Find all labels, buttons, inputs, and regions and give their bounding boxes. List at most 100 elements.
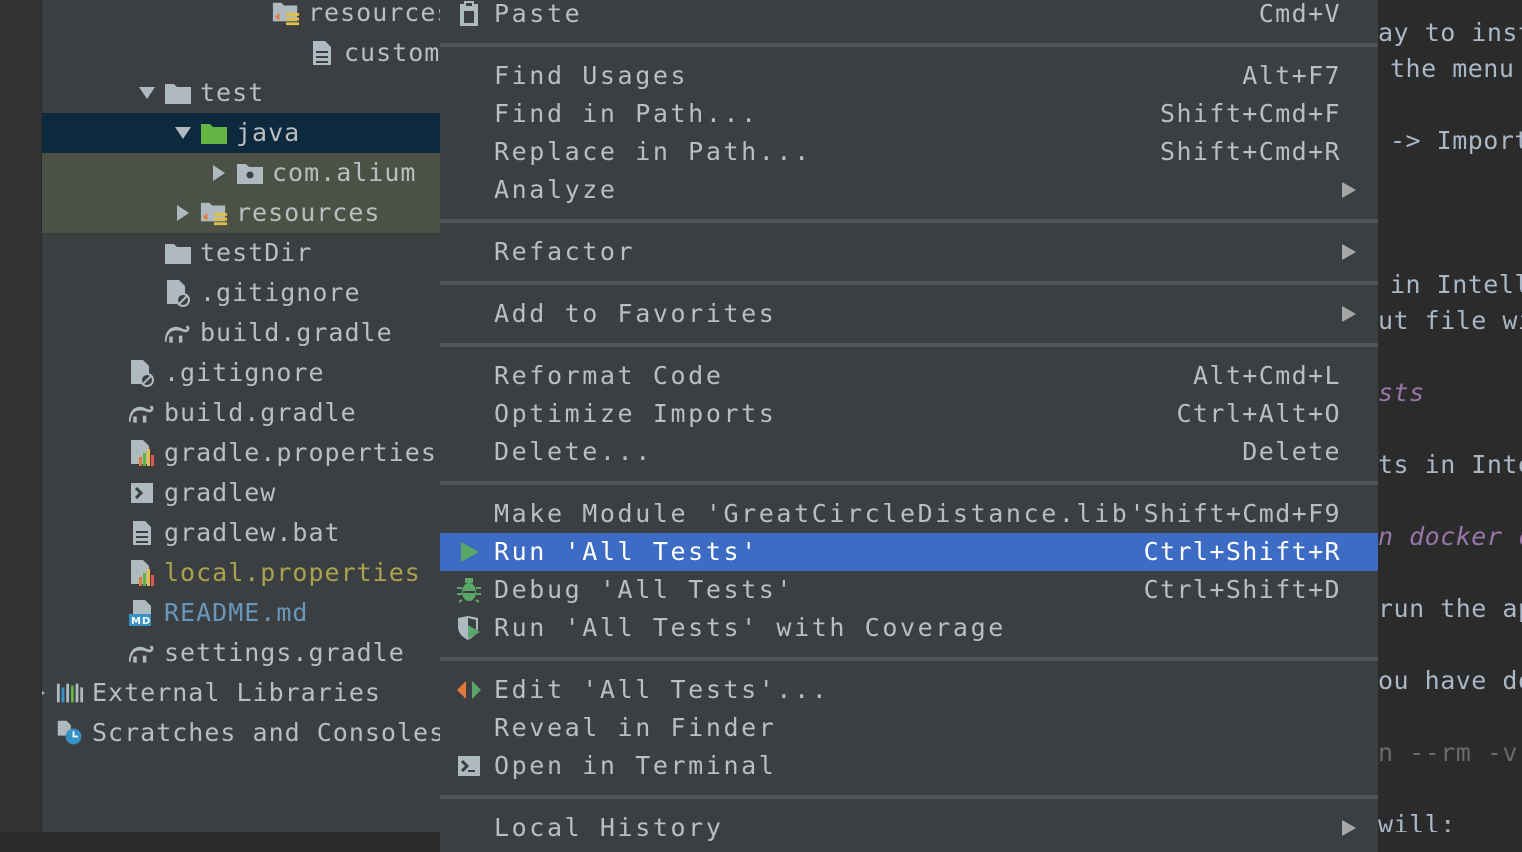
text-file-icon xyxy=(128,520,156,546)
menu-separator xyxy=(440,795,1378,799)
tree-row[interactable]: .gitignore xyxy=(42,273,440,313)
menu-item-label: Replace in Path... xyxy=(494,137,812,166)
tree-row[interactable]: customers xyxy=(42,33,440,73)
tree-row[interactable]: settings.gradle xyxy=(42,633,440,673)
tree-row[interactable]: gradle.properties xyxy=(42,433,440,473)
menu-item-shortcut: Cmd+V xyxy=(1258,0,1341,28)
submenu-arrow-icon xyxy=(1342,244,1356,260)
context-menu: Paste Cmd+V Find Usages Alt+F7 Find in Path.… xyxy=(440,0,1378,852)
menu-item-find-usages[interactable]: Find Usages Alt+F7 xyxy=(440,57,1378,95)
menu-item-label: Paste xyxy=(494,0,583,28)
menu-item-refactor[interactable]: Refactor xyxy=(440,233,1378,271)
gradle-icon xyxy=(128,400,156,426)
tree-row[interactable]: resources xyxy=(42,0,440,33)
menu-item-label: Add to Favorites xyxy=(494,299,777,328)
markdown-icon: MD xyxy=(128,600,156,627)
menu-separator xyxy=(440,43,1378,47)
submenu-arrow-icon xyxy=(1342,306,1356,322)
editor-line: n --rm -v s xyxy=(1378,738,1522,767)
tree-row[interactable]: .gitignore xyxy=(42,353,440,393)
menu-item-open-in-terminal[interactable]: Open in Terminal xyxy=(440,747,1378,785)
menu-item-label: Run 'All Tests' with Coverage xyxy=(494,613,1006,642)
expand-arrow-right-icon[interactable] xyxy=(204,153,234,193)
menu-item-debug-all-tests[interactable]: Debug 'All Tests' Ctrl+Shift+D xyxy=(440,571,1378,609)
menu-item-shortcut: Ctrl+Shift+R xyxy=(1143,537,1341,566)
tree-row-label: test xyxy=(200,78,265,107)
editor-line: run the app xyxy=(1378,594,1522,623)
menu-item-label: Run 'All Tests' xyxy=(494,537,759,566)
menu-item-analyze[interactable]: Analyze xyxy=(440,171,1378,209)
tree-row[interactable]: build.gradle xyxy=(42,393,440,433)
resources-folder-icon xyxy=(272,0,300,26)
editor-pane[interactable]: ay to insta the menu a -> Import in Intelli… xyxy=(1378,0,1522,832)
editor-line: ay to insta xyxy=(1378,18,1522,47)
gradle-icon xyxy=(164,320,192,346)
project-tree-panel: resources customers test java com.alium resou… xyxy=(0,0,440,832)
expand-arrow-down-icon[interactable] xyxy=(132,73,162,113)
submenu-arrow-icon xyxy=(1342,182,1356,198)
menu-item-label: Optimize Imports xyxy=(494,399,777,428)
menu-item-label: Find in Path... xyxy=(494,99,759,128)
expand-arrow-down-icon[interactable] xyxy=(168,113,198,153)
tree-row[interactable]: local.properties xyxy=(42,553,440,593)
menu-item-find-in-path[interactable]: Find in Path... Shift+Cmd+F xyxy=(440,95,1378,133)
tree-row[interactable]: gradlew xyxy=(42,473,440,513)
test-source-folder-icon xyxy=(200,120,228,146)
editor-line: ts in Inte xyxy=(1378,450,1522,479)
menu-item-run-all-tests-with-coverage[interactable]: Run 'All Tests' with Coverage xyxy=(440,609,1378,647)
expand-arrow-right-icon[interactable] xyxy=(42,673,54,713)
tree-row[interactable]: Scratches and Consoles xyxy=(42,713,440,753)
menu-item-edit-all-tests[interactable]: Edit 'All Tests'... xyxy=(440,671,1378,709)
menu-item-optimize-imports[interactable]: Optimize Imports Ctrl+Alt+O xyxy=(440,395,1378,433)
tree-row-label: settings.gradle xyxy=(164,638,405,667)
library-icon xyxy=(56,680,84,706)
menu-item-reformat-code[interactable]: Reformat Code Alt+Cmd+L xyxy=(440,357,1378,395)
menu-item-run-all-tests[interactable]: Run 'All Tests' Ctrl+Shift+R xyxy=(440,533,1378,571)
tree-row-label: Scratches and Consoles xyxy=(92,718,440,747)
tree-row[interactable]: com.alium xyxy=(42,153,440,193)
tree-row[interactable]: java xyxy=(42,113,440,153)
menu-item-shortcut: Alt+F7 xyxy=(1242,61,1341,90)
tree-row-label: gradlew xyxy=(164,478,277,507)
editor-line: n docker co xyxy=(1378,522,1522,551)
menu-item-make-module-greatcircledistance-lib[interactable]: Make Module 'GreatCircleDistance.lib' Shi… xyxy=(440,495,1378,533)
tree-row[interactable]: testDir xyxy=(42,233,440,273)
tree-row-label: README.md xyxy=(164,598,309,627)
menu-item-label: Reformat Code xyxy=(494,361,724,390)
tree-row-label: .gitignore xyxy=(164,358,325,387)
properties-icon xyxy=(128,560,156,586)
menu-item-local-history[interactable]: Local History xyxy=(440,809,1378,847)
menu-item-delete[interactable]: Delete... Delete xyxy=(440,433,1378,471)
menu-item-label: Local History xyxy=(494,813,724,842)
menu-item-paste[interactable]: Paste Cmd+V xyxy=(440,0,1378,33)
tree-row-label: gradle.properties xyxy=(164,438,437,467)
edit-config-icon xyxy=(456,677,482,703)
tree-row[interactable]: build.gradle xyxy=(42,313,440,353)
resources-folder-icon xyxy=(200,200,228,226)
menu-item-replace-in-path[interactable]: Replace in Path... Shift+Cmd+R xyxy=(440,133,1378,171)
menu-separator xyxy=(440,657,1378,661)
menu-separator xyxy=(440,343,1378,347)
menu-item-shortcut: Shift+Cmd+F9 xyxy=(1143,499,1341,528)
menu-item-reveal-in-finder[interactable]: Reveal in Finder xyxy=(440,709,1378,747)
properties-icon xyxy=(128,440,156,466)
tree-row[interactable]: MD README.md xyxy=(42,593,440,633)
menu-item-shortcut: Ctrl+Shift+D xyxy=(1143,575,1341,604)
menu-item-label: Edit 'All Tests'... xyxy=(494,675,830,704)
menu-separator xyxy=(440,219,1378,223)
tree-row-label: java xyxy=(236,118,301,147)
tree-row[interactable]: resources xyxy=(42,193,440,233)
gradle-icon xyxy=(128,640,156,666)
editor-line: ou have doc xyxy=(1378,666,1522,695)
tree-row[interactable]: gradlew.bat xyxy=(42,513,440,553)
tree-row[interactable]: External Libraries xyxy=(42,673,440,713)
tool-window-stripe xyxy=(0,0,42,832)
menu-item-add-to-favorites[interactable]: Add to Favorites xyxy=(440,295,1378,333)
expand-arrow-right-icon[interactable] xyxy=(168,193,198,233)
menu-separator xyxy=(440,481,1378,485)
tree-row[interactable]: test xyxy=(42,73,440,113)
menu-separator xyxy=(440,281,1378,285)
folder-icon xyxy=(164,240,192,266)
paste-icon xyxy=(456,1,482,27)
tree-row-label: resources xyxy=(308,0,440,27)
